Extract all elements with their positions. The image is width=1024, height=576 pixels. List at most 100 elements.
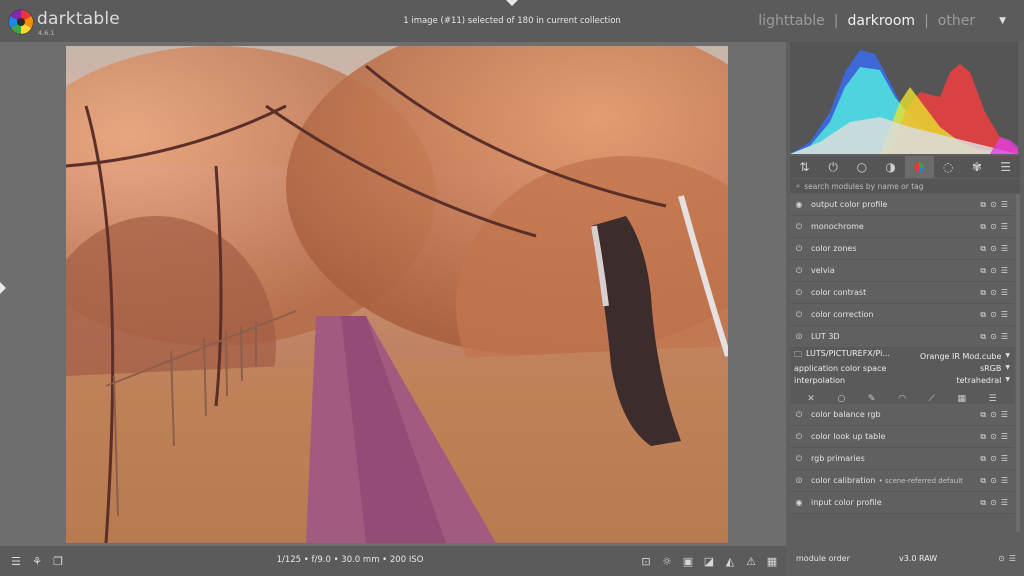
multi-instance-icon[interactable]: ⧉: [980, 476, 986, 486]
lut-file-row[interactable]: 🗀 LUTS/PICTUREFX/Pi... Orange IR Mod.cube…: [794, 349, 1010, 363]
tone-icon[interactable]: ◑: [876, 156, 905, 178]
reset-icon[interactable]: ⊙: [990, 498, 997, 508]
reset-icon[interactable]: ⊙: [990, 222, 997, 232]
power-on-icon[interactable]: ⏼: [794, 476, 804, 486]
module-lut-3d[interactable]: ⏼ LUT 3D ⧉ ⊙ ☰: [790, 326, 1014, 348]
presets-menu-icon[interactable]: ☰: [1001, 222, 1008, 232]
view-other[interactable]: other: [938, 13, 975, 29]
blend-off-icon[interactable]: ✕: [807, 394, 815, 404]
presets-menu-icon[interactable]: ☰: [1009, 554, 1016, 563]
module-output-color-profile[interactable]: ◉ output color profile ⧉ ⊙ ☰: [790, 194, 1014, 216]
blend-uniform-icon[interactable]: ○: [837, 394, 845, 404]
view-darkroom[interactable]: darkroom: [848, 13, 916, 29]
reset-icon[interactable]: ⊙: [998, 554, 1005, 563]
presets-menu-icon[interactable]: ☰: [1001, 476, 1008, 486]
power-icon[interactable]: ◉: [794, 200, 804, 210]
multi-instance-icon[interactable]: ⧉: [980, 222, 986, 232]
multi-instance-icon[interactable]: ⧉: [980, 310, 986, 320]
power-icon[interactable]: ⏻: [794, 266, 804, 276]
presets-menu-icon[interactable]: ☰: [1001, 332, 1008, 342]
multi-instance-icon[interactable]: ⧉: [980, 498, 986, 508]
multi-instance-icon[interactable]: ⧉: [980, 332, 986, 342]
interpolation-row[interactable]: interpolation tetrahedral ▼: [794, 374, 1010, 386]
module-color-calibration[interactable]: ⏼ color calibration • scene-referred def…: [790, 470, 1014, 492]
overexposed-icon[interactable]: ⚠: [743, 553, 759, 569]
menu-icon[interactable]: ☰: [991, 156, 1020, 178]
power-icon[interactable]: ⏻: [794, 244, 804, 254]
correct-icon[interactable]: ◌: [934, 156, 963, 178]
blend-drawn-icon[interactable]: ✎: [868, 394, 876, 404]
quick-access-icon[interactable]: ⇅: [790, 156, 819, 178]
module-color-correction[interactable]: ⏻ color correction ⧉ ⊙ ☰: [790, 304, 1014, 326]
power-icon[interactable]: ⏻: [794, 288, 804, 298]
power-icon[interactable]: ⏻: [794, 310, 804, 320]
chevron-down-icon[interactable]: ▼: [1005, 352, 1010, 361]
collapse-top-panel-icon[interactable]: [506, 0, 518, 6]
power-on-icon[interactable]: ⏼: [794, 332, 804, 342]
effect-icon[interactable]: ✾: [963, 156, 992, 178]
base-icon[interactable]: ○: [848, 156, 877, 178]
reset-icon[interactable]: ⊙: [990, 244, 997, 254]
color-space-row[interactable]: application color space sRGB ▼: [794, 362, 1010, 374]
presets-menu-icon[interactable]: ☰: [1001, 498, 1008, 508]
blend-parametric-icon[interactable]: ◠: [898, 394, 906, 404]
presets-menu-icon[interactable]: ☰: [1001, 288, 1008, 298]
reset-icon[interactable]: ⊙: [990, 266, 997, 276]
reset-icon[interactable]: ⊙: [990, 310, 997, 320]
reset-icon[interactable]: ⊙: [990, 454, 997, 464]
folder-icon[interactable]: 🗀: [794, 349, 802, 363]
softproof-icon[interactable]: ◪: [701, 553, 717, 569]
reset-icon[interactable]: ⊙: [990, 410, 997, 420]
multi-instance-icon[interactable]: ⧉: [980, 266, 986, 276]
chevron-down-icon[interactable]: ▼: [999, 16, 1006, 26]
blend-drawn-parametric-icon[interactable]: ⟋: [929, 394, 935, 404]
blend-menu-icon[interactable]: ☰: [989, 394, 997, 404]
focus-peaking-icon[interactable]: ⊡: [638, 553, 654, 569]
blend-raster-icon[interactable]: ▦: [957, 394, 966, 404]
reset-icon[interactable]: ⊙: [990, 288, 997, 298]
chevron-down-icon[interactable]: ▼: [1005, 364, 1010, 373]
power-icon[interactable]: ◉: [794, 498, 804, 508]
gamut-check-icon[interactable]: ▣: [680, 553, 696, 569]
module-search-input[interactable]: ⌕ search modules by name or tag: [790, 179, 1020, 193]
power-icon[interactable]: ⏻: [794, 222, 804, 232]
reset-icon[interactable]: ⊙: [990, 432, 997, 442]
module-velvia[interactable]: ⏻ velvia ⧉ ⊙ ☰: [790, 260, 1014, 282]
power-icon[interactable]: ⏻: [794, 432, 804, 442]
reset-icon[interactable]: ⊙: [990, 476, 997, 486]
module-color-contrast[interactable]: ⏻ color contrast ⧉ ⊙ ☰: [790, 282, 1014, 304]
presets-menu-icon[interactable]: ☰: [1001, 310, 1008, 320]
presets-menu-icon[interactable]: ☰: [1001, 454, 1008, 464]
module-monochrome[interactable]: ⏻ monochrome ⧉ ⊙ ☰: [790, 216, 1014, 238]
module-color-balance-rgb[interactable]: ⏻ color balance rgb ⧉ ⊙ ☰: [790, 404, 1014, 426]
power-icon[interactable]: ⏻: [794, 410, 804, 420]
view-lighttable[interactable]: lighttable: [758, 13, 825, 29]
presets-menu-icon[interactable]: ☰: [1001, 244, 1008, 254]
multi-instance-icon[interactable]: ⧉: [980, 410, 986, 420]
power-icon[interactable]: ⏻: [794, 454, 804, 464]
chevron-down-icon[interactable]: ▼: [1005, 376, 1010, 385]
module-list-scrollbar[interactable]: [1016, 194, 1020, 532]
presets-menu-icon[interactable]: ☰: [1001, 432, 1008, 442]
image-canvas[interactable]: [8, 42, 784, 546]
multi-instance-icon[interactable]: ⧉: [980, 200, 986, 210]
presets-menu-icon[interactable]: ☰: [1001, 410, 1008, 420]
module-rgb-primaries[interactable]: ⏻ rgb primaries ⧉ ⊙ ☰: [790, 448, 1014, 470]
guides-icon[interactable]: ◭: [722, 553, 738, 569]
color-icon[interactable]: [905, 156, 934, 178]
module-input-color-profile[interactable]: ◉ input color profile ⧉ ⊙ ☰: [790, 492, 1014, 514]
rawoverexposed-icon[interactable]: ▦: [764, 553, 780, 569]
reset-icon[interactable]: ⊙: [990, 332, 997, 342]
presets-menu-icon[interactable]: ☰: [1001, 266, 1008, 276]
module-color-look-up-table[interactable]: ⏻ color look up table ⧉ ⊙ ☰: [790, 426, 1014, 448]
multi-instance-icon[interactable]: ⧉: [980, 432, 986, 442]
histogram[interactable]: [790, 42, 1018, 154]
collapse-left-panel-icon[interactable]: [0, 282, 6, 294]
photo-preview[interactable]: [66, 46, 728, 543]
multi-instance-icon[interactable]: ⧉: [980, 288, 986, 298]
presets-menu-icon[interactable]: ☰: [1001, 200, 1008, 210]
reset-icon[interactable]: ⊙: [990, 200, 997, 210]
active-modules-icon[interactable]: ⏻: [819, 156, 848, 178]
multi-instance-icon[interactable]: ⧉: [980, 454, 986, 464]
module-color-zones[interactable]: ⏻ color zones ⧉ ⊙ ☰: [790, 238, 1014, 260]
